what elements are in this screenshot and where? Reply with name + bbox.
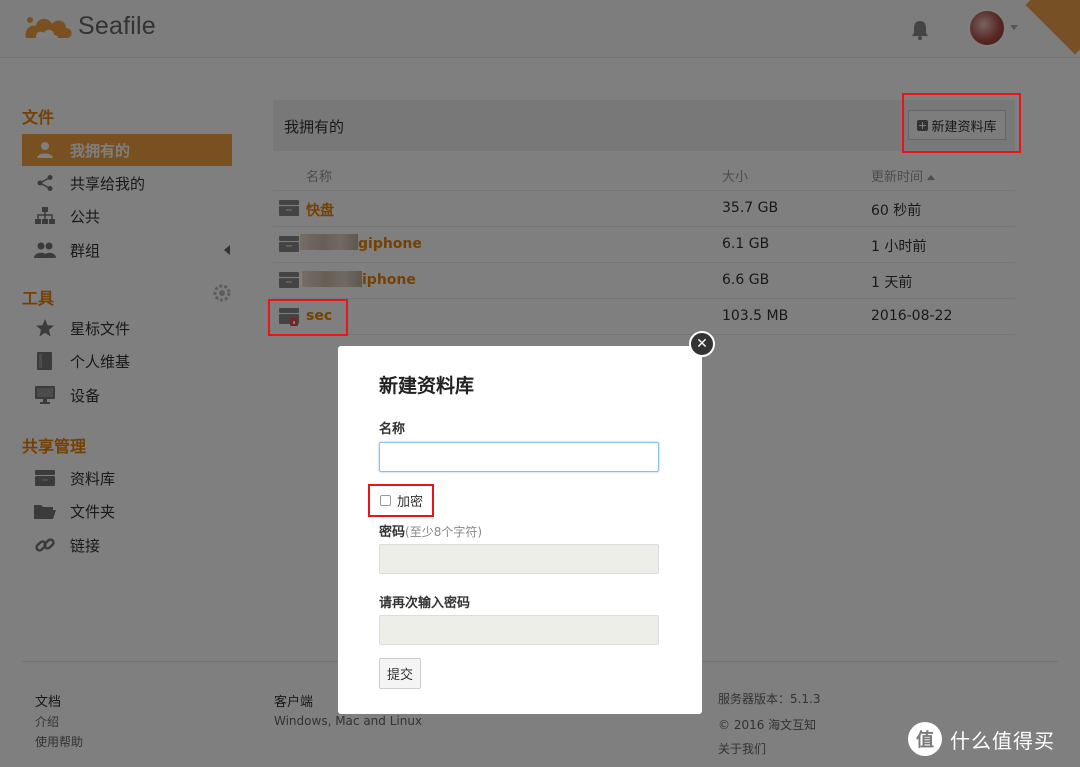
- watermark-logo: 值: [908, 722, 942, 756]
- site-watermark: 值 什么值得买: [908, 722, 1055, 756]
- dialog-title: 新建资料库: [379, 375, 475, 397]
- password-hint: (至少8个字符): [405, 525, 483, 539]
- watermark-text: 什么值得买: [950, 728, 1055, 753]
- repeat-password-input[interactable]: [379, 615, 659, 645]
- close-icon[interactable]: ✕: [689, 331, 715, 357]
- new-library-dialog: 新建资料库 名称 加密 密码(至少8个字符) 请再次输入密码 提交: [338, 346, 702, 714]
- repeat-password-label: 请再次输入密码: [379, 596, 471, 611]
- annotation-box-new-library: [902, 93, 1021, 153]
- name-label: 名称: [379, 422, 406, 437]
- annotation-box-sec-library: [268, 299, 348, 336]
- annotation-box-encrypt: [368, 484, 434, 517]
- submit-button[interactable]: 提交: [379, 658, 421, 689]
- library-name-input[interactable]: [379, 442, 659, 472]
- password-label-text: 密码: [379, 525, 406, 540]
- password-label: 密码(至少8个字符): [379, 521, 482, 540]
- password-input[interactable]: [379, 544, 659, 574]
